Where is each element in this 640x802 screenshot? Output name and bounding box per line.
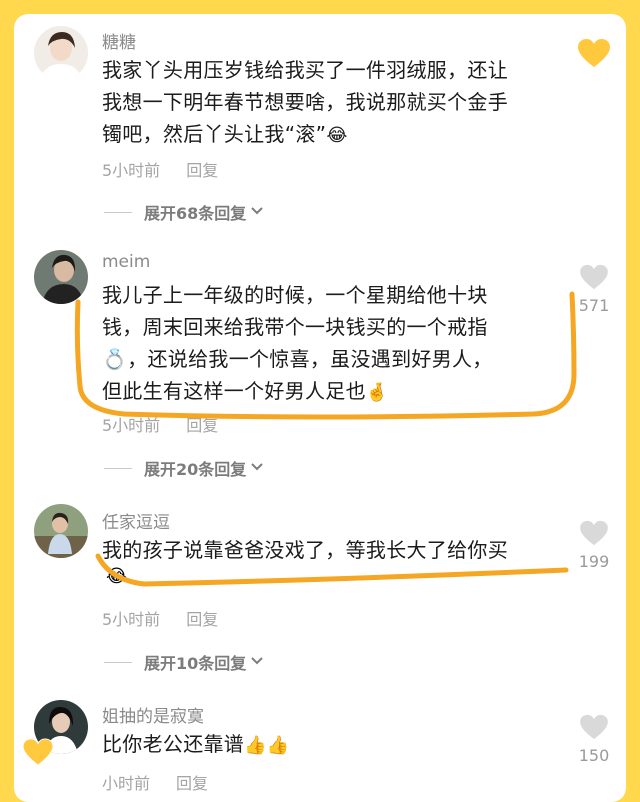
heart-icon [580,520,608,546]
comment-line: 比你老公还靠谱 [102,732,245,756]
heart-icon [22,738,54,770]
comment-list: 糖糖 我家丫头用压岁钱给我买了一件羽绒服，还让 我想一下明年春节想要啥，我说那就… [14,14,626,802]
heart-icon [580,714,608,740]
laughing-emoji-icon: 😂 [326,125,348,146]
expand-replies-label: 展开10条回复 [144,654,247,673]
chevron-down-icon [250,205,264,220]
comment-line-last: 比你老公还靠谱👍👍 [102,728,572,762]
expand-replies-button[interactable]: 展开20条回复 [104,456,264,480]
thumbs-up-emoji-icon: 👍👍 [244,735,290,756]
comment-text: 比你老公还靠谱👍👍 [102,728,572,762]
heart-icon [578,39,610,67]
crossed-fingers-emoji-icon: 🤞 [365,382,389,403]
divider [104,211,132,213]
comment-meta: 5小时前 回复 [102,157,218,181]
like-button[interactable]: 150 [576,714,612,765]
chevron-down-icon [250,655,264,670]
like-button[interactable]: 571 [576,264,612,315]
expand-replies-button[interactable]: 展开68条回复 [104,200,264,224]
comment-meta: 5小时前 回复 [102,412,218,436]
like-button[interactable] [576,38,612,74]
comment-line: 我家丫头用压岁钱给我买了一件羽绒服，还让 [102,58,508,82]
laughing-emoji-icon: 😂 [106,566,128,587]
like-button[interactable]: 199 [576,520,612,571]
comment-meta: 5小时前 回复 [102,606,218,630]
timestamp: 5小时前 [102,416,161,435]
reply-button[interactable]: 回复 [186,416,218,435]
expand-replies-button[interactable]: 展开10条回复 [104,650,264,674]
avatar[interactable] [34,504,88,558]
timestamp: 小时前 [102,774,151,793]
avatar[interactable] [34,26,88,80]
avatar[interactable] [34,250,88,304]
comment-line: 💍，还说给我一个惊喜，虽没遇到好男人， [102,347,493,371]
comment-line: 镯吧，然后丫头让我“滚” [102,122,327,146]
like-count: 199 [578,552,610,571]
timestamp: 5小时前 [102,610,161,629]
chevron-down-icon [250,461,264,476]
reply-button[interactable]: 回复 [176,774,208,793]
comment-text: 我的孩子说靠爸爸没戏了，等我长大了给你买 [102,534,572,566]
comment-line: 我儿子上一年级的时候，一个星期给他十块 [102,283,488,307]
comment-line: 我的孩子说靠爸爸没戏了，等我长大了给你买 [102,538,508,562]
timestamp: 5小时前 [102,161,161,180]
comment-line: 但此生有这样一个好男人足也 [102,379,366,403]
reply-button[interactable]: 回复 [186,161,218,180]
divider [104,661,132,663]
comment-meta: 小时前 回复 [102,770,208,794]
comment-line-last: 但此生有这样一个好男人足也🤞 [102,375,572,409]
divider [104,467,132,469]
comment-line-last: 镯吧，然后丫头让我“滚”😂 [102,118,572,152]
like-count: 571 [578,296,610,315]
comment-text: 我家丫头用压岁钱给我买了一件羽绒服，还让 我想一下明年春节想要啥，我说那就买个金… [102,54,572,152]
expand-replies-label: 展开20条回复 [144,460,247,479]
comment-line: 钱，周末回来给我带个一块钱买的一个戒指 [102,315,488,339]
username[interactable]: 姐抽的是寂寞 [102,702,204,727]
username[interactable]: 任家逗逗 [102,508,170,533]
heart-icon [580,264,608,290]
comment-text: 我儿子上一年级的时候，一个星期给他十块 钱，周末回来给我带个一块钱买的一个戒指 … [102,279,572,409]
username[interactable]: meim [102,252,150,272]
username[interactable]: 糖糖 [102,28,136,53]
like-count: 150 [578,746,610,765]
expand-replies-label: 展开68条回复 [144,204,247,223]
reply-button[interactable]: 回复 [186,610,218,629]
comment-line: 我想一下明年春节想要啥，我说那就买个金手 [102,90,508,114]
